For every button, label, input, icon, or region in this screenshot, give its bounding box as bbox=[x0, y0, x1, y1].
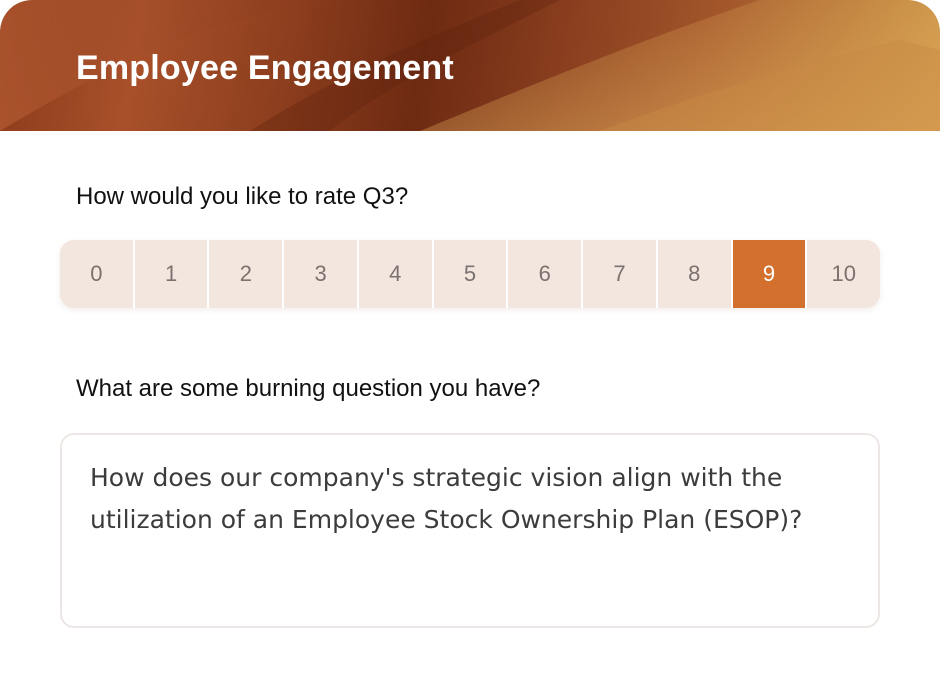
rating-option-1[interactable]: 1 bbox=[134, 240, 210, 308]
burning-question-textarea[interactable]: How does our company's strategic vision … bbox=[60, 433, 880, 628]
rating-question-label: How would you like to rate Q3? bbox=[76, 183, 409, 210]
header-banner: Employee Engagement bbox=[0, 0, 940, 131]
rating-option-4[interactable]: 4 bbox=[358, 240, 434, 308]
burning-question-label: What are some burning question you have? bbox=[76, 375, 541, 402]
rating-option-5[interactable]: 5 bbox=[433, 240, 509, 308]
rating-option-10[interactable]: 10 bbox=[807, 240, 880, 308]
rating-option-9[interactable]: 9 bbox=[732, 240, 808, 308]
page-title: Employee Engagement bbox=[76, 49, 454, 87]
rating-option-6[interactable]: 6 bbox=[508, 240, 584, 308]
rating-option-0[interactable]: 0 bbox=[60, 240, 135, 308]
survey-card: Employee Engagement How would you like t… bbox=[0, 0, 940, 680]
rating-scale: 0 1 2 3 4 5 6 7 8 9 10 bbox=[60, 240, 880, 308]
rating-option-8[interactable]: 8 bbox=[657, 240, 733, 308]
rating-option-7[interactable]: 7 bbox=[583, 240, 658, 308]
rating-option-3[interactable]: 3 bbox=[284, 240, 359, 308]
rating-option-2[interactable]: 2 bbox=[209, 240, 285, 308]
